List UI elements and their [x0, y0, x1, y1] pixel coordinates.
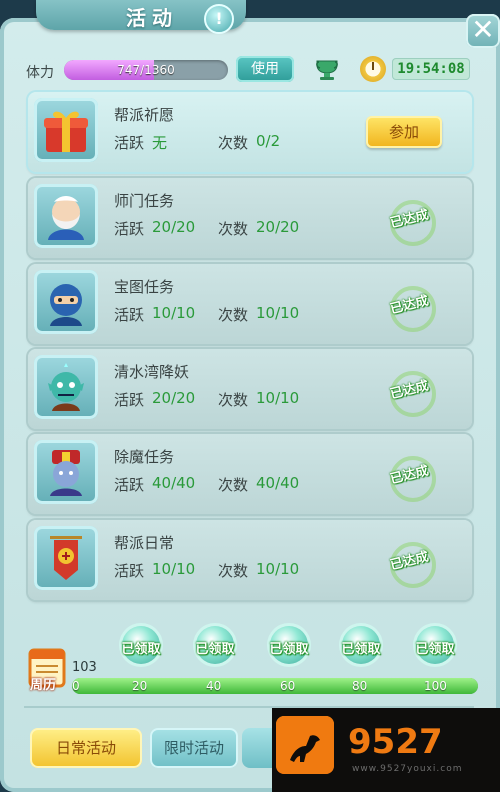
- activity-name: 除魔任务: [114, 448, 175, 466]
- reward-chest[interactable]: 已领取: [110, 626, 172, 674]
- tab-limited-activities[interactable]: 限时活动: [150, 728, 238, 768]
- completed-stamp: 已达成: [376, 200, 442, 246]
- progress-tick-label: 40: [206, 679, 222, 693]
- activity-count-value: 10/10: [256, 389, 300, 407]
- activity-name: 帮派祈愿: [114, 106, 175, 124]
- completed-stamp: 已达成: [376, 456, 442, 502]
- activity-count-value: 10/10: [256, 304, 300, 322]
- reward-claimed-label: 已领取: [415, 642, 455, 657]
- activity-count-label: 次数: [218, 306, 249, 324]
- reward-claimed-label: 已领取: [341, 642, 381, 657]
- demon-icon: [34, 355, 98, 419]
- activity-count-label: 次数: [218, 134, 249, 152]
- watermark-overlay: 9527 www.9527youxi.com: [272, 708, 500, 792]
- completed-stamp: 已达成: [376, 371, 442, 417]
- trophy-icon[interactable]: [314, 58, 340, 82]
- clock-time: 19:54:08: [392, 58, 470, 80]
- activity-name: 师门任务: [114, 192, 175, 210]
- page-title: 活动: [126, 6, 178, 30]
- tab-daily-activities[interactable]: 日常活动: [30, 728, 142, 768]
- activity-points-label: 活跃: [114, 306, 145, 324]
- activity-row[interactable]: 帮派祈愿活跃无 次数 0/2 参加: [28, 92, 472, 172]
- tab-partial[interactable]: [242, 728, 272, 768]
- activity-count-label: 次数: [218, 220, 249, 238]
- completed-stamp: 已达成: [376, 542, 442, 588]
- activity-list: 帮派祈愿 活跃无次数 0/2 参加 师门任务 活跃 20/20 次数 20/20 已达成 宝图任务活…: [24, 92, 474, 604]
- stamina-bar: 747/1360: [64, 60, 228, 80]
- clock-icon: [360, 56, 386, 82]
- activity-count-value: 20/20: [256, 218, 300, 236]
- gift-icon: [34, 98, 98, 162]
- weekly-calendar-label[interactable]: 周历: [30, 674, 56, 693]
- activity-count-label: 次数: [218, 562, 249, 580]
- reward-claimed-label: 已领取: [121, 642, 161, 657]
- watermark-text: 9527: [348, 722, 443, 762]
- activity-row[interactable]: 帮派日常活跃 10/10 次数 10/10 已达成: [28, 520, 472, 600]
- activity-points-label: 活跃: [114, 391, 145, 409]
- stamina-value: 747/1360: [117, 63, 175, 77]
- activity-row[interactable]: 宝图任务活跃 10/10 次数 10/10 已达成: [28, 264, 472, 344]
- activity-points-value: 40/40: [152, 474, 196, 492]
- banner-icon: [34, 526, 98, 590]
- activity-points-label: 活跃: [114, 220, 145, 238]
- use-button[interactable]: 使用: [236, 56, 294, 82]
- activity-points-value: 20/20: [152, 218, 196, 236]
- completed-stamp: 已达成: [376, 286, 442, 332]
- activity-points-value: 10/10: [152, 304, 196, 322]
- reward-chest[interactable]: 已领取: [258, 626, 320, 674]
- reward-claimed-label: 已领取: [195, 642, 235, 657]
- reward-claimed-label: 已领取: [269, 642, 309, 657]
- activity-count-label: 次数: [218, 476, 249, 494]
- activity-row[interactable]: 师门任务活跃 20/20 次数 20/20 已达成: [28, 178, 472, 258]
- activity-points-label: 活跃: [114, 562, 145, 580]
- reward-chest[interactable]: 已领取: [404, 626, 466, 674]
- jiangshi-icon: [34, 440, 98, 504]
- reward-chest[interactable]: 已领取: [330, 626, 392, 674]
- activity-count-value: 40/40: [256, 474, 300, 492]
- weekly-score: 103: [72, 660, 97, 675]
- activity-row[interactable]: 除魔任务活跃 40/40 次数 40/40 已达成: [28, 434, 472, 514]
- activity-points-value: 20/20: [152, 389, 196, 407]
- activity-count-value: 0/2: [256, 132, 281, 150]
- progress-tick-label: 80: [352, 679, 368, 693]
- ninja-icon: [34, 270, 98, 334]
- activity-count-label: 次数: [218, 391, 249, 409]
- activity-count-value: 10/10: [256, 560, 300, 578]
- activity-points-value: 10/10: [152, 560, 196, 578]
- activity-name: 宝图任务: [114, 278, 175, 296]
- stamina-label: 体力: [26, 65, 54, 81]
- join-button[interactable]: 参加: [366, 116, 442, 148]
- progress-tick-label: 0: [72, 679, 80, 693]
- activity-name: 帮派日常: [114, 534, 175, 552]
- close-button[interactable]: ✕: [466, 14, 500, 48]
- activity-points-value: 无: [152, 134, 168, 152]
- activity-name: 清水湾降妖: [114, 363, 190, 381]
- info-button[interactable]: !: [204, 4, 234, 34]
- activity-points-label: 活跃: [114, 476, 145, 494]
- progress-tick-label: 60: [280, 679, 296, 693]
- activity-row[interactable]: 清水湾降妖活跃 20/20 次数 10/10 已达成: [28, 349, 472, 429]
- progress-tick-label: 100: [424, 679, 447, 693]
- watermark-url: www.9527youxi.com: [352, 764, 463, 774]
- activity-points-label: 活跃: [114, 134, 145, 152]
- progress-tick-label: 20: [132, 679, 148, 693]
- old-master-icon: [34, 184, 98, 248]
- reward-chest[interactable]: 已领取: [184, 626, 246, 674]
- horse-logo-icon: [276, 716, 334, 774]
